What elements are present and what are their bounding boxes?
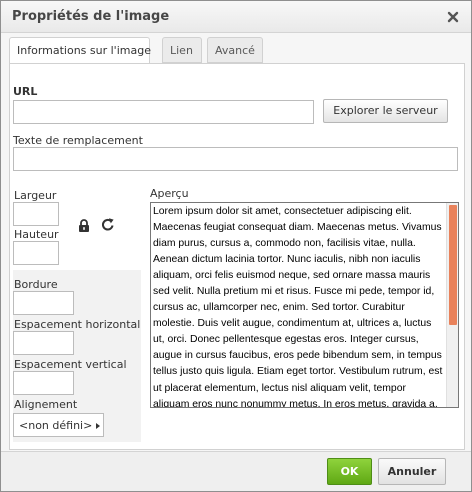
- vspace-input[interactable]: [13, 371, 74, 395]
- chevron-right-icon: [96, 423, 100, 429]
- tab-image-info[interactable]: Informations sur l'image: [9, 37, 151, 64]
- tab-advanced[interactable]: Avancé: [207, 37, 263, 63]
- reset-size-icon[interactable]: [101, 217, 115, 236]
- tab-panel-image-info: URL Explorer le serveur Texte de remplac…: [9, 63, 465, 450]
- tab-link-label: Lien: [170, 44, 193, 57]
- cancel-button[interactable]: Annuler: [378, 458, 446, 485]
- border-label: Bordure: [14, 278, 58, 291]
- height-label: Hauteur: [14, 228, 59, 241]
- hspace-input[interactable]: [13, 331, 74, 355]
- tab-image-info-label: Informations sur l'image: [17, 44, 151, 57]
- preview-scrollbar[interactable]: [446, 203, 458, 407]
- close-icon[interactable]: [446, 9, 460, 23]
- lock-icon[interactable]: [78, 218, 90, 237]
- dialog-footer: OK Annuler: [1, 451, 471, 491]
- width-input[interactable]: [13, 202, 59, 226]
- border-input[interactable]: [13, 291, 74, 315]
- width-label: Largeur: [14, 189, 57, 202]
- preview-scrollbar-thumb[interactable]: [449, 205, 457, 325]
- ok-button[interactable]: OK: [327, 458, 372, 485]
- align-select[interactable]: <non défini>: [13, 413, 104, 437]
- dialog-titlebar[interactable]: Propriétés de l'image: [1, 1, 471, 33]
- height-input[interactable]: [13, 241, 59, 265]
- align-select-value: <non défini>: [19, 419, 93, 432]
- alt-text-label: Texte de remplacement: [13, 134, 143, 147]
- image-properties-dialog: Propriétés de l'image Informations sur l…: [0, 0, 472, 492]
- preview-box[interactable]: Lorem ipsum dolor sit amet, consectetuer…: [150, 202, 459, 408]
- vspace-label: Espacement vertical: [14, 358, 127, 371]
- align-label: Alignement: [14, 398, 78, 411]
- tab-advanced-label: Avancé: [215, 44, 255, 57]
- dialog-title: Propriétés de l'image: [12, 9, 170, 24]
- alt-text-input[interactable]: [13, 147, 458, 171]
- preview-label: Aperçu: [150, 187, 189, 200]
- browse-server-button[interactable]: Explorer le serveur: [323, 99, 448, 123]
- spacing-options-group: Bordure Espacement horizontal Espacement…: [13, 270, 141, 442]
- url-label: URL: [13, 85, 38, 98]
- hspace-label: Espacement horizontal: [14, 318, 141, 331]
- url-input[interactable]: [13, 100, 314, 124]
- preview-text: Lorem ipsum dolor sit amet, consectetuer…: [153, 206, 443, 408]
- tab-link[interactable]: Lien: [162, 37, 202, 63]
